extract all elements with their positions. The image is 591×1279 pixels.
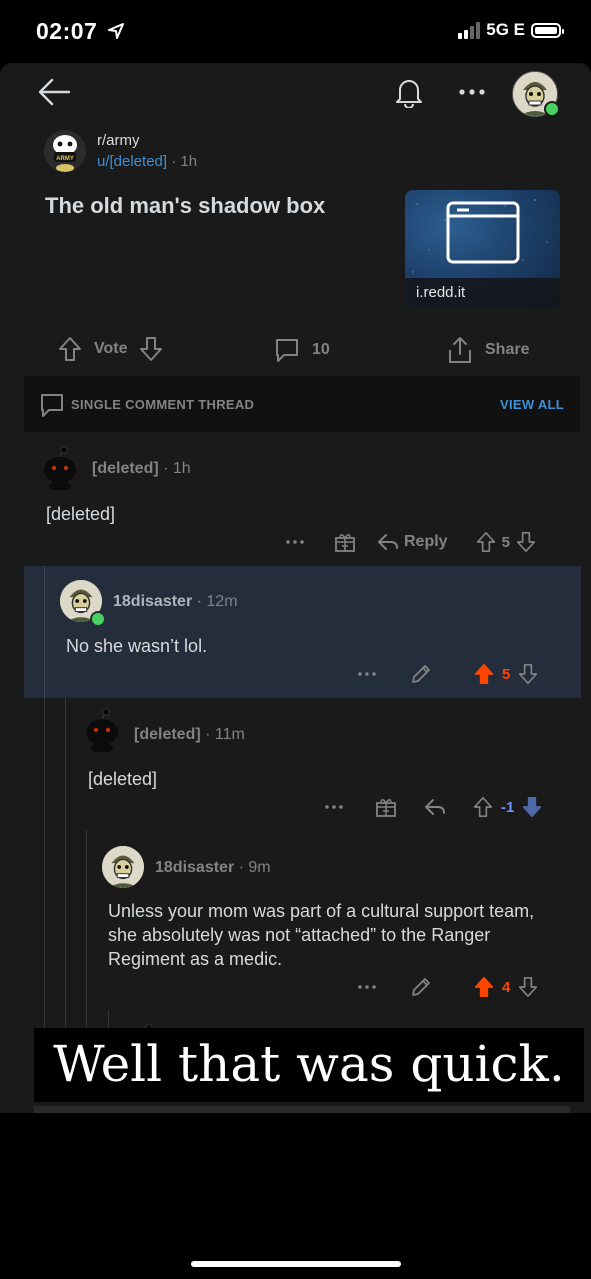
upvote-icon[interactable] (476, 531, 496, 553)
more-icon[interactable] (284, 531, 306, 553)
downvote-icon[interactable] (139, 336, 163, 362)
upvote-icon[interactable] (474, 663, 494, 685)
next-content-edge (34, 1106, 570, 1113)
comment-score: 5 (502, 665, 511, 683)
back-arrow-icon[interactable] (36, 74, 72, 110)
commenter-avatar[interactable] (60, 580, 106, 627)
signal-icon (458, 21, 481, 39)
more-icon[interactable] (356, 663, 378, 685)
comment-actions: Reply 5 (284, 531, 536, 553)
deleted-user-avatar (82, 708, 124, 753)
award-icon[interactable] (334, 531, 356, 553)
downvote-icon[interactable] (522, 796, 542, 818)
more-icon[interactable] (455, 80, 489, 104)
downvote-icon[interactable] (516, 531, 536, 553)
share-icon (449, 337, 471, 363)
thread-label: SINGLE COMMENT THREAD (71, 397, 255, 412)
single-thread-bar: SINGLE COMMENT THREAD VIEW ALL (24, 376, 580, 432)
thread-line (86, 830, 87, 1028)
edit-pencil-icon[interactable] (410, 663, 432, 685)
network-label: 5G E (486, 20, 525, 39)
subreddit-icon[interactable]: ARMY (44, 130, 86, 172)
comment-meta: [deleted] · 11m (134, 726, 245, 744)
thumbnail-domain: i.redd.it (405, 278, 560, 308)
comment-body: No she wasn’t lol. (66, 636, 208, 656)
image-placeholder-icon (446, 201, 520, 264)
comment-author[interactable]: [deleted] (92, 460, 159, 477)
comment-meta: 18disaster · 9m (155, 859, 271, 877)
comment-score: 5 (501, 533, 510, 551)
comment-actions: -1 (323, 796, 542, 818)
thread-line (44, 566, 45, 698)
reply-icon[interactable] (376, 532, 400, 552)
deleted-user-avatar (40, 446, 82, 491)
downvote-icon[interactable] (518, 663, 538, 685)
comment-age: · 11m (205, 726, 245, 743)
post-age: · 1h (171, 153, 198, 170)
reply-label[interactable]: Reply (404, 533, 448, 551)
share-label: Share (485, 341, 530, 358)
comment-icon (41, 394, 63, 417)
subreddit-name[interactable]: r/army (97, 132, 140, 149)
commenter-avatar[interactable] (102, 846, 146, 890)
comment-author[interactable]: 18disaster (113, 593, 192, 610)
comment-body: [deleted] (46, 504, 116, 524)
svg-text:ARMY: ARMY (56, 156, 74, 162)
comment-author[interactable]: 18disaster (155, 859, 234, 876)
edit-pencil-icon[interactable] (410, 976, 432, 998)
comment-body: Unless your mom was part of a cultural s… (108, 901, 535, 969)
vote-label: Vote (94, 340, 128, 357)
view-all-link[interactable]: VIEW ALL (500, 397, 564, 412)
thread-line (108, 1010, 109, 1028)
upvote-icon[interactable] (58, 336, 82, 362)
comment-age: · 9m (238, 859, 271, 876)
comment-score: 4 (502, 978, 511, 996)
status-time: 02:07 (36, 18, 125, 45)
comment-actions: 5 (356, 663, 538, 685)
upvote-icon[interactable] (474, 976, 494, 998)
comment-age: · 12m (196, 593, 238, 610)
comment-score: -1 (501, 798, 515, 816)
post-author-line: u/[deleted] · 1h (97, 153, 197, 170)
user-avatar[interactable] (512, 71, 560, 117)
status-indicators: 5G E (458, 20, 564, 40)
battery-icon (531, 22, 564, 38)
post-author[interactable]: u/[deleted] (97, 153, 167, 170)
comment-author[interactable]: [deleted] (134, 726, 201, 743)
thread-line (65, 698, 66, 1028)
comment-meta: 18disaster · 12m (113, 593, 238, 611)
post-title[interactable]: The old man's shadow box (45, 193, 325, 219)
share-button[interactable]: Share (447, 336, 529, 364)
comment-actions: 4 (356, 976, 538, 998)
thread-line (44, 698, 45, 1028)
comment-meta: [deleted] · 1h (92, 460, 191, 478)
home-indicator[interactable] (191, 1261, 401, 1267)
award-icon[interactable] (375, 796, 397, 818)
comment-count: 10 (312, 341, 330, 358)
upvote-icon[interactable] (473, 796, 493, 818)
bell-icon[interactable] (392, 74, 426, 110)
caption-overlay: Well that was quick. (34, 1028, 584, 1102)
comments-button[interactable]: 10 (274, 337, 330, 363)
vote-group: Vote (58, 336, 163, 362)
location-arrow-icon (108, 23, 125, 39)
post-thumbnail[interactable]: i.redd.it (405, 190, 560, 308)
more-icon[interactable] (356, 976, 378, 998)
deleted-user-avatar (139, 1019, 153, 1032)
more-icon[interactable] (323, 796, 345, 818)
comment-body: [deleted] (88, 769, 158, 789)
comment-age: · 1h (163, 460, 191, 477)
comment-icon (276, 339, 298, 362)
downvote-icon[interactable] (518, 976, 538, 998)
reply-icon[interactable] (423, 797, 447, 817)
